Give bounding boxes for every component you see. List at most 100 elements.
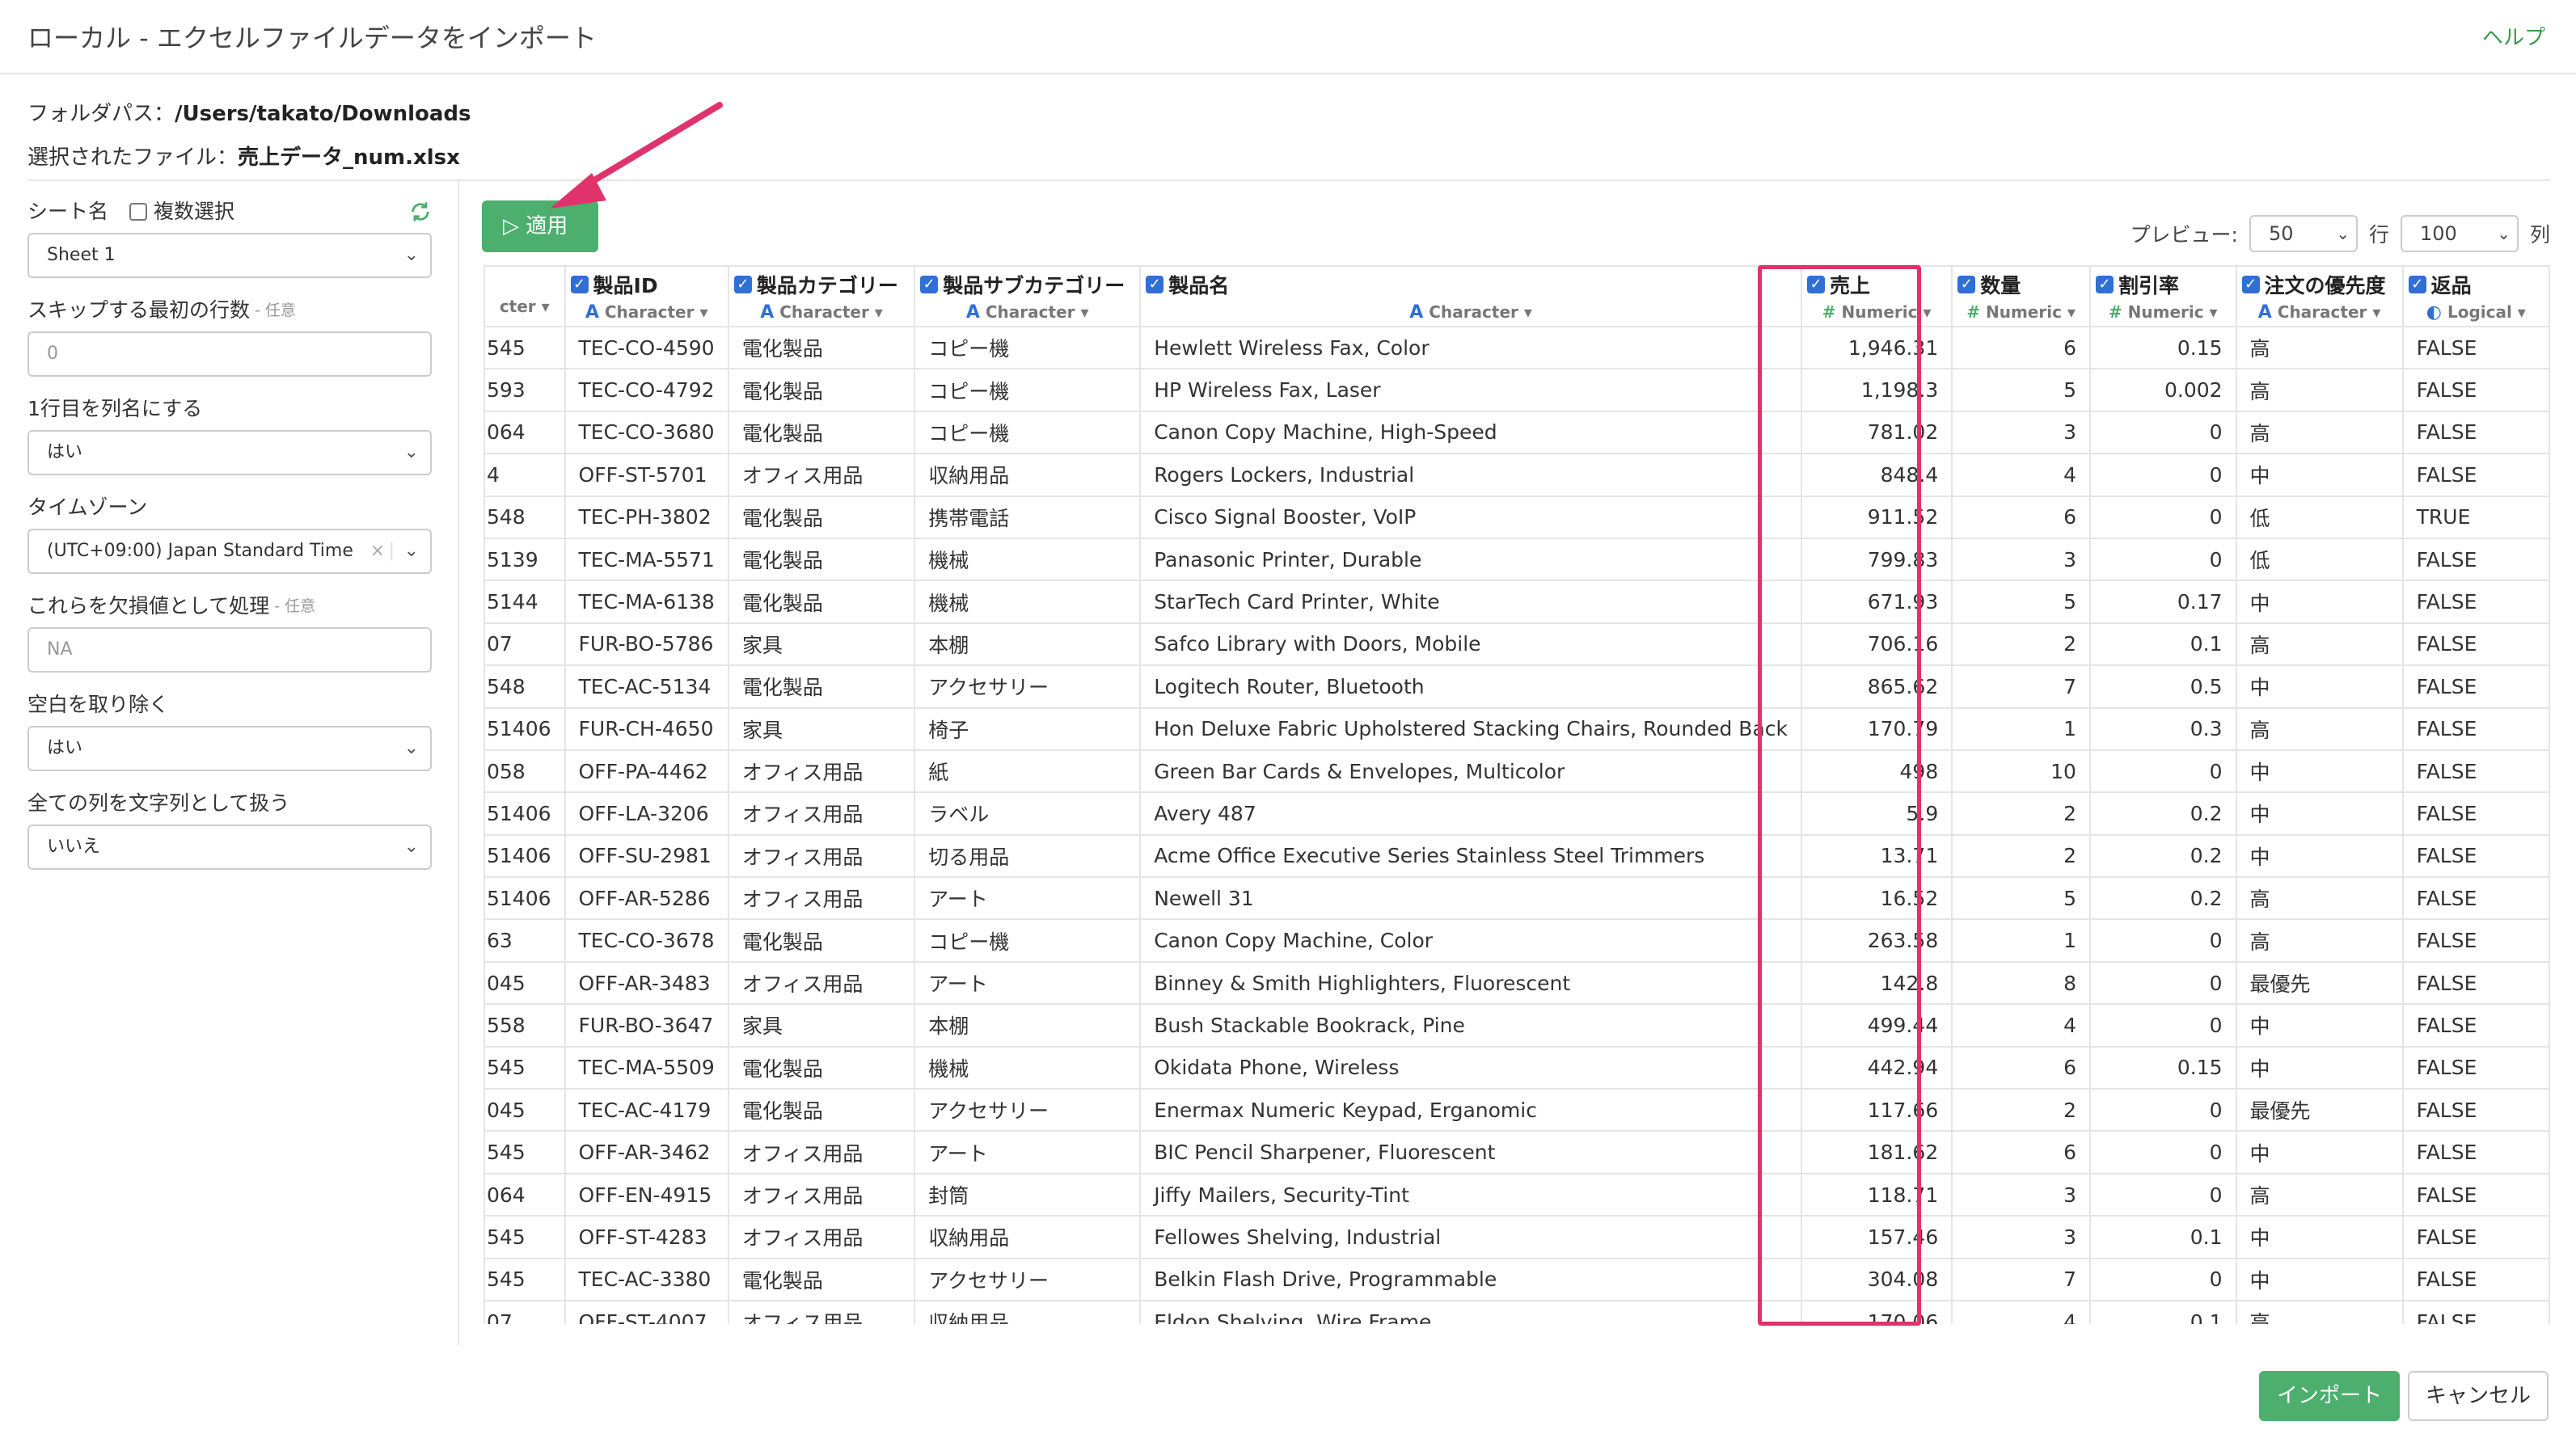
column-header[interactable]: ✓ 返品 ◐ Logical ▾ [2401, 265, 2550, 327]
table-cell: 5144 [484, 580, 566, 624]
table-cell: 0.2 [2088, 833, 2237, 879]
header-row-label: 1行目を列名にする [27, 397, 203, 420]
character-icon: A [760, 302, 775, 323]
table-row: 058 OFF-PA-4462 オフィス用品紙 Green Bar Cards & E… [484, 749, 2550, 794]
column-type-select[interactable]: A Character ▾ [1146, 302, 1796, 323]
table-cell: 0.1 [2088, 1299, 2237, 1324]
column-type-select[interactable]: ◐ Logical ▾ [2409, 302, 2544, 323]
column-checkbox[interactable]: ✓ [733, 276, 752, 293]
column-checkbox[interactable]: ✓ [2241, 276, 2260, 293]
optional-hint: - 任意 [274, 597, 316, 615]
settings-panel: シート名 複数選択 Sheet 1 ⌄ スキップする最初の行数 - 任意 0 1行目… [27, 197, 432, 888]
table-cell: 0.15 [2088, 1045, 2237, 1090]
table-cell: 高 [2235, 368, 2404, 412]
column-checkbox[interactable]: ✓ [1146, 276, 1164, 293]
table-cell: 0 [2088, 453, 2237, 497]
column-type: Character [1429, 302, 1518, 322]
table-cell: 電化製品 [727, 495, 916, 539]
table-cell: 機械 [914, 580, 1142, 624]
refresh-icon[interactable] [409, 200, 432, 223]
table-cell: TEC-MA-5509 [564, 1045, 729, 1090]
table-cell: 家具 [727, 706, 916, 751]
all-char-value: いいえ [47, 837, 101, 857]
column-header[interactable]: ✓ 数量 # Numeric ▾ [1951, 265, 2091, 327]
column-header[interactable]: ✓ 売上 # Numeric ▾ [1801, 265, 1953, 327]
header-row-select[interactable]: はい ⌄ [27, 430, 432, 475]
dialog-header: ローカル - エクセルファイルデータをインポート ヘルプ [0, 0, 2576, 74]
na-input[interactable]: NA [27, 627, 432, 673]
column-header[interactable]: cter ▾ [484, 265, 566, 327]
column-checkbox[interactable]: ✓ [2095, 276, 2114, 293]
table-cell: オフィス用品 [727, 453, 916, 497]
column-header[interactable]: ✓ 注文の優先度 A Character ▾ [2235, 265, 2404, 327]
column-type-select[interactable]: cter ▾ [490, 297, 560, 316]
cancel-button[interactable]: キャンセル [2408, 1371, 2549, 1421]
table-cell: TEC-AC-5134 [564, 664, 729, 709]
column-checkbox[interactable]: ✓ [1957, 276, 1976, 293]
multi-select-checkbox[interactable] [129, 203, 148, 221]
import-button[interactable]: インポート [2259, 1371, 2400, 1421]
column-checkbox[interactable]: ✓ [920, 276, 939, 293]
sheet-select[interactable]: Sheet 1 ⌄ [27, 233, 432, 278]
table-cell: FUR-CH-4650 [564, 706, 729, 751]
table-cell: FALSE [2401, 580, 2550, 624]
column-checkbox[interactable]: ✓ [2408, 276, 2426, 293]
table-cell: 3 [1951, 1172, 2091, 1217]
column-checkbox[interactable]: ✓ [570, 276, 589, 293]
column-checkbox[interactable]: ✓ [1807, 276, 1826, 293]
preview-rows-select[interactable]: 50 ⌄ [2249, 215, 2358, 252]
table-cell: 13.71 [1801, 833, 1953, 879]
column-header[interactable]: ✓ 製品名 A Character ▾ [1139, 265, 1803, 327]
table-cell: TEC-CO-4792 [564, 368, 729, 412]
na-placeholder: NA [47, 639, 73, 660]
column-header[interactable]: ✓ 製品サブカテゴリー A Character ▾ [914, 265, 1142, 327]
column-header[interactable]: ✓ 製品ID A Character ▾ [564, 265, 729, 327]
table-cell: 本棚 [914, 622, 1142, 667]
table-cell: 51406 [484, 706, 566, 751]
clear-icon[interactable]: × [370, 530, 385, 572]
preview-label: プレビュー: [2130, 223, 2238, 247]
table-cell: 0 [2088, 960, 2237, 1006]
column-type-select[interactable]: # Numeric ▾ [2096, 302, 2231, 322]
character-icon: A [965, 302, 980, 323]
col-label: 列 [2529, 223, 2550, 247]
table-cell: 高 [2235, 876, 2404, 921]
table-cell: 0.3 [2088, 706, 2237, 751]
table-cell: FALSE [2401, 918, 2550, 963]
file-name: 売上データ_num.xlsx [238, 146, 460, 170]
column-type-select[interactable]: A Character ▾ [734, 302, 909, 323]
table-cell: 1,198.3 [1801, 368, 1953, 412]
table-cell: 封筒 [914, 1172, 1142, 1217]
table-cell: 51406 [484, 833, 566, 879]
table-cell: FALSE [2401, 1172, 2550, 1217]
help-link[interactable]: ヘルプ [2482, 21, 2545, 51]
table-cell: Canon Copy Machine, High-Speed [1139, 410, 1803, 455]
table-cell: 51406 [484, 791, 566, 836]
table-cell: OFF-ST-4283 [564, 1215, 729, 1259]
timezone-select[interactable]: (UTC+09:00) Japan Standard Time × | ⌄ [27, 529, 432, 574]
column-type-select[interactable]: A Character ▾ [2242, 302, 2397, 323]
skip-rows-input[interactable]: 0 [27, 331, 432, 377]
preview-cols-select[interactable]: 100 ⌄ [2400, 215, 2519, 252]
all-char-select[interactable]: いいえ ⌄ [27, 825, 432, 870]
folder-label: フォルダパス： [27, 102, 175, 126]
column-type-select[interactable]: A Character ▾ [920, 302, 1134, 323]
table-cell: 0 [2088, 749, 2237, 794]
column-header[interactable]: ✓ 製品カテゴリー A Character ▾ [727, 265, 916, 327]
column-type-select[interactable]: # Numeric ▾ [1807, 302, 1946, 322]
column-type-select[interactable]: # Numeric ▾ [1957, 302, 2084, 322]
multi-select-label: 複数選択 [154, 200, 235, 223]
table-cell: 中 [2235, 1003, 2404, 1048]
table-cell: 家具 [727, 622, 916, 667]
numeric-icon: # [1822, 302, 1836, 322]
table-cell: 収納用品 [914, 453, 1142, 497]
table-cell: 0.2 [2088, 791, 2237, 836]
trim-select[interactable]: はい ⌄ [27, 726, 432, 771]
table-cell: 263.58 [1801, 918, 1953, 963]
table-cell: BIC Pencil Sharpener, Fluorescent [1139, 1130, 1803, 1175]
column-type-select[interactable]: A Character ▾ [571, 302, 723, 323]
table-cell: 高 [2235, 1299, 2404, 1324]
column-header[interactable]: ✓ 割引率 # Numeric ▾ [2088, 265, 2237, 327]
table-cell: コピー機 [914, 918, 1142, 963]
table-cell: 3 [1951, 410, 2091, 455]
